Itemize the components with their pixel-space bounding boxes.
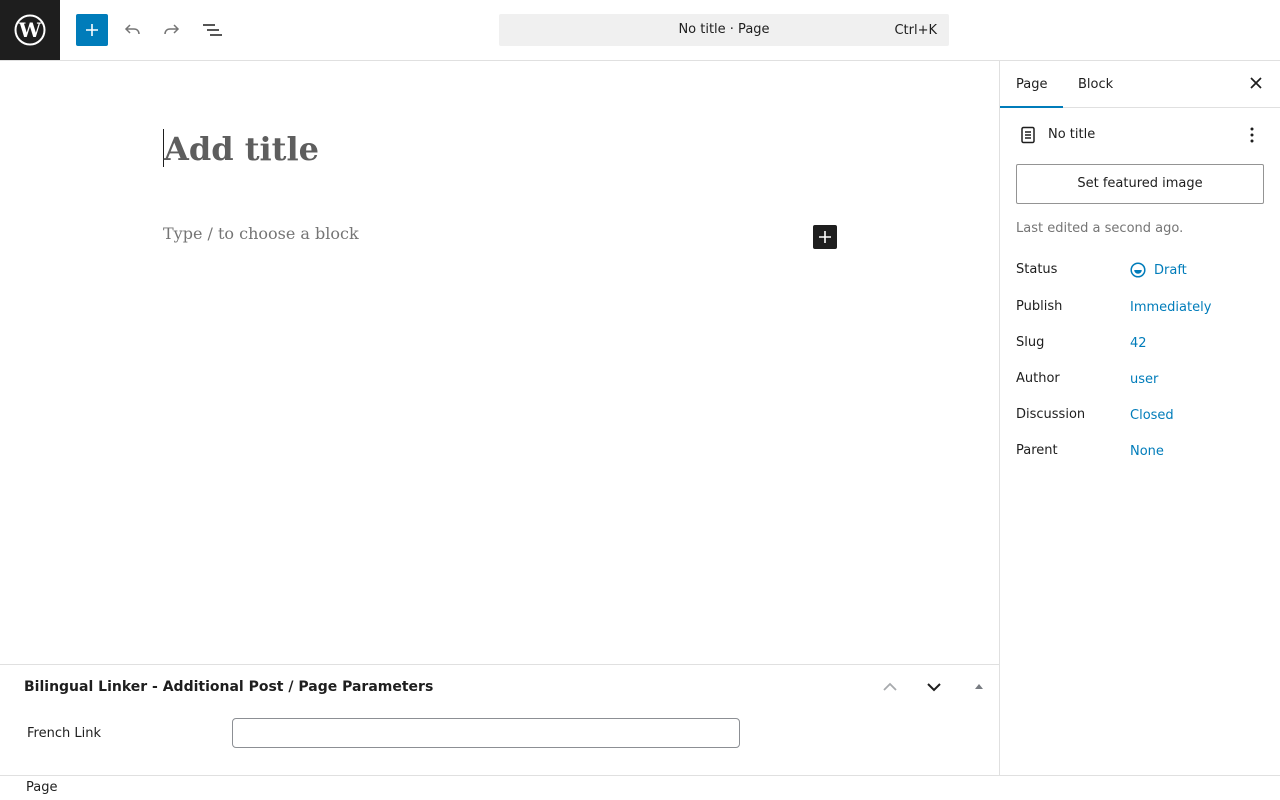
- document-title-label: No title · Page: [678, 22, 770, 37]
- draft-status-icon: [1130, 262, 1146, 278]
- undo-icon: [124, 24, 140, 35]
- toggle-panel-button[interactable]: [963, 673, 995, 701]
- french-link-label: French Link: [27, 726, 101, 741]
- editor-header: W No title · Page Ctrl+K: [0, 0, 1280, 61]
- redo-icon: [164, 24, 180, 35]
- editor-canvas: Add title Type / to choose a block: [0, 61, 999, 664]
- parent-label: Parent: [1016, 443, 1058, 458]
- caret-up-icon: [975, 684, 983, 689]
- tab-page[interactable]: Page: [1000, 61, 1064, 108]
- inline-block-inserter-button[interactable]: [813, 225, 837, 249]
- tab-block[interactable]: Block: [1062, 61, 1129, 108]
- chevron-up-icon: [883, 682, 897, 691]
- publish-label: Publish: [1016, 299, 1063, 314]
- list-view-icon: [203, 24, 222, 36]
- breadcrumb[interactable]: Page: [26, 780, 57, 795]
- default-block-appender[interactable]: Type / to choose a block: [163, 224, 359, 243]
- status-label: Status: [1016, 262, 1058, 277]
- french-link-input[interactable]: [232, 718, 740, 748]
- meta-box-panel: Bilingual Linker - Additional Post / Pag…: [0, 664, 999, 776]
- slug-label: Slug: [1016, 335, 1045, 350]
- slug-value-button[interactable]: 42: [1130, 336, 1147, 351]
- close-sidebar-button[interactable]: [1244, 71, 1268, 95]
- page-icon: [1021, 126, 1035, 144]
- property-discussion: Discussion Closed: [1016, 407, 1264, 427]
- author-value-button[interactable]: user: [1130, 372, 1158, 387]
- svg-text:W: W: [18, 18, 42, 42]
- property-parent: Parent None: [1016, 443, 1264, 463]
- property-author: Author user: [1016, 371, 1264, 391]
- chevron-down-icon: [927, 683, 941, 692]
- property-publish: Publish Immediately: [1016, 299, 1264, 319]
- author-label: Author: [1016, 371, 1060, 386]
- publish-value-button[interactable]: Immediately: [1130, 300, 1211, 315]
- status-value-button[interactable]: Draft: [1154, 263, 1187, 278]
- command-palette-button[interactable]: No title · Page Ctrl+K: [499, 14, 949, 46]
- wordpress-logo-button[interactable]: W: [0, 0, 60, 60]
- move-up-button[interactable]: [874, 673, 906, 701]
- document-title: No title: [1048, 127, 1096, 142]
- more-vertical-icon: [1250, 127, 1254, 143]
- keyboard-shortcut-label: Ctrl+K: [894, 23, 937, 38]
- property-slug: Slug 42: [1016, 335, 1264, 355]
- close-icon: [1250, 77, 1262, 89]
- last-edited-text: Last edited a second ago.: [1016, 221, 1184, 236]
- set-featured-image-button[interactable]: Set featured image: [1016, 164, 1264, 204]
- document-overview-button[interactable]: [196, 14, 228, 46]
- property-status: Status Draft: [1016, 262, 1264, 282]
- parent-value-button[interactable]: None: [1130, 444, 1164, 459]
- editor-footer: Page: [0, 775, 1280, 800]
- settings-sidebar: Page Block No title Set featured image L…: [1000, 61, 1280, 775]
- move-down-button[interactable]: [918, 673, 950, 701]
- wordpress-logo-icon: W: [14, 14, 46, 46]
- undo-button[interactable]: [116, 14, 148, 46]
- post-title-input[interactable]: Add title: [163, 129, 319, 168]
- sidebar-tabs: Page Block: [1000, 61, 1280, 108]
- document-actions-button[interactable]: [1240, 123, 1264, 147]
- redo-button[interactable]: [156, 14, 188, 46]
- plus-icon: [819, 231, 831, 243]
- discussion-label: Discussion: [1016, 407, 1086, 422]
- document-summary: No title: [1016, 123, 1264, 147]
- plus-icon: [86, 24, 98, 36]
- discussion-value-button[interactable]: Closed: [1130, 408, 1174, 423]
- meta-box-title: Bilingual Linker - Additional Post / Pag…: [24, 679, 434, 695]
- block-inserter-button[interactable]: [76, 14, 108, 46]
